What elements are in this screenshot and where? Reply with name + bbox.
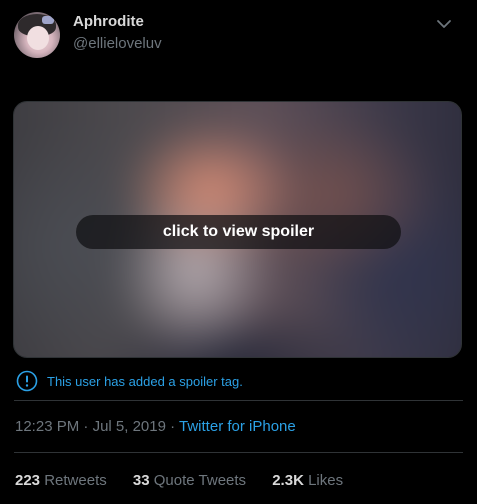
- tweet-stats: 223 Retweets 33 Quote Tweets 2.3K Likes: [15, 472, 365, 489]
- tweet-time[interactable]: 12:23 PM: [15, 418, 79, 435]
- user-handle[interactable]: @ellieloveluv: [73, 35, 162, 52]
- tweet-date[interactable]: Jul 5, 2019: [93, 418, 166, 435]
- quote-tweets-label: Quote Tweets: [153, 472, 247, 489]
- display-name[interactable]: Aphrodite: [73, 13, 144, 30]
- tweet-source-link[interactable]: Twitter for iPhone: [179, 418, 296, 435]
- divider: [14, 452, 463, 453]
- likes-label: Likes: [308, 472, 344, 489]
- tweet-header: Aphrodite @ellieloveluv: [14, 12, 464, 60]
- divider: [14, 400, 463, 401]
- quote-tweets-count: 33: [132, 472, 150, 489]
- spoiler-media[interactable]: click to view spoiler: [13, 101, 462, 358]
- avatar-bow: [42, 16, 54, 24]
- meta-separator: ·: [79, 418, 93, 435]
- chevron-down-icon[interactable]: [434, 14, 454, 34]
- retweets-count: 223: [15, 472, 41, 489]
- info-circle-icon: [16, 370, 38, 392]
- likes-count: 2.3K: [272, 472, 304, 489]
- spoiler-notice-text: This user has added a spoiler tag.: [47, 374, 243, 389]
- tweet: Aphrodite @ellieloveluv click to view sp…: [0, 0, 477, 504]
- avatar[interactable]: [14, 12, 60, 58]
- meta-separator: ·: [165, 418, 180, 435]
- tweet-meta: 12:23 PM · Jul 5, 2019 · Twitter for iPh…: [15, 418, 296, 435]
- view-spoiler-button[interactable]: click to view spoiler: [76, 215, 401, 249]
- likes-stat[interactable]: 2.3K Likes: [272, 472, 343, 489]
- retweets-label: Retweets: [44, 472, 107, 489]
- retweets-stat[interactable]: 223 Retweets: [15, 472, 107, 489]
- quote-tweets-stat[interactable]: 33 Quote Tweets: [133, 472, 246, 489]
- avatar-face: [27, 26, 49, 50]
